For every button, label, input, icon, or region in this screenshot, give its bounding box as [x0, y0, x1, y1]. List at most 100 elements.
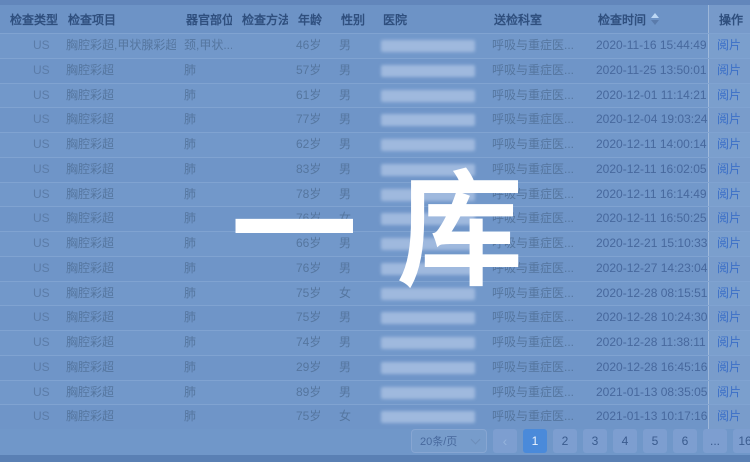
- column-header-label: 检查类型: [10, 11, 58, 28]
- cell-project: 胸腔彩超: [58, 331, 176, 355]
- cell-age: 62岁: [288, 133, 331, 157]
- cell-time: 2020-12-21 15:10:33: [588, 232, 708, 256]
- hospital-redacted-blur: [381, 362, 475, 374]
- sort-carets[interactable]: [651, 13, 659, 25]
- column-header-method: 检查方法: [232, 5, 288, 33]
- column-header-label: 操作: [719, 11, 743, 28]
- cell-organ: 肺: [176, 306, 232, 330]
- view-image-link[interactable]: 阅片: [717, 211, 741, 225]
- cell-type: US: [0, 108, 58, 132]
- page-button-2[interactable]: 2: [553, 429, 577, 453]
- view-image-link[interactable]: 阅片: [717, 310, 741, 324]
- cell-type: US: [0, 183, 58, 207]
- page-button-6[interactable]: 6: [673, 429, 697, 453]
- cell-project: 胸腔彩超: [58, 381, 176, 405]
- cell-time: 2020-12-28 11:38:11: [588, 331, 708, 355]
- cell-action: 阅片: [708, 356, 750, 380]
- cell-method: [232, 356, 288, 380]
- view-image-link[interactable]: 阅片: [717, 385, 741, 399]
- cell-type: US: [0, 331, 58, 355]
- column-header-label: 送检科室: [494, 11, 542, 28]
- page-button-4[interactable]: 4: [613, 429, 637, 453]
- cell-organ: 肺: [176, 331, 232, 355]
- cell-age: 89岁: [288, 381, 331, 405]
- more-pages-button[interactable]: ...: [703, 429, 727, 453]
- cell-type: US: [0, 232, 58, 256]
- exam-worklist-screen: 检查类型检查项目器官部位检查方法年龄性别医院送检科室检查时间操作 US胸腔彩超,…: [0, 0, 750, 462]
- table-row: US胸腔彩超肺77岁男呼吸与重症医...2020-12-04 19:03:24阅…: [0, 107, 750, 132]
- cell-gender: 男: [331, 356, 373, 380]
- view-image-link[interactable]: 阅片: [717, 261, 741, 275]
- cell-action: 阅片: [708, 331, 750, 355]
- cell-time: 2020-12-28 16:45:16: [588, 356, 708, 380]
- column-header-action: 操作: [708, 5, 750, 33]
- cell-project: 胸腔彩超,甲状腺彩超: [58, 34, 176, 58]
- cell-type: US: [0, 84, 58, 108]
- cell-gender: 男: [331, 306, 373, 330]
- cell-method: [232, 133, 288, 157]
- cell-hospital: [373, 356, 484, 380]
- column-header-label: 检查方法: [242, 11, 288, 28]
- cell-organ: 肺: [176, 158, 232, 182]
- column-header-label: 器官部位: [186, 11, 232, 28]
- cell-type: US: [0, 59, 58, 83]
- hospital-redacted-blur: [381, 65, 475, 77]
- view-image-link[interactable]: 阅片: [717, 335, 741, 349]
- view-image-link[interactable]: 阅片: [717, 38, 741, 52]
- cell-age: 75岁: [288, 405, 331, 429]
- cell-time: 2020-12-11 16:14:49: [588, 183, 708, 207]
- cell-time: 2021-01-13 10:17:16: [588, 405, 708, 429]
- column-header-gender: 性别: [331, 5, 373, 33]
- column-header-project: 检查项目: [58, 5, 176, 33]
- table-row: US胸腔彩超肺61岁男呼吸与重症医...2020-12-01 11:14:21阅…: [0, 83, 750, 108]
- cell-hospital: [373, 405, 484, 429]
- view-image-link[interactable]: 阅片: [717, 88, 741, 102]
- column-header-age: 年龄: [288, 5, 331, 33]
- prev-page-button[interactable]: ‹: [493, 429, 517, 453]
- page-button-3[interactable]: 3: [583, 429, 607, 453]
- page-button-1[interactable]: 1: [523, 429, 547, 453]
- view-image-link[interactable]: 阅片: [717, 137, 741, 151]
- cell-method: [232, 34, 288, 58]
- cell-age: 46岁: [288, 34, 331, 58]
- cell-dept: 呼吸与重症医...: [484, 405, 588, 429]
- view-image-link[interactable]: 阅片: [717, 63, 741, 77]
- cell-dept: 呼吸与重症医...: [484, 59, 588, 83]
- cell-action: 阅片: [708, 405, 750, 429]
- cell-type: US: [0, 405, 58, 429]
- cell-age: 61岁: [288, 84, 331, 108]
- page-size-label: 20条/页: [420, 433, 457, 449]
- caret-down-icon: [651, 20, 659, 25]
- cell-dept: 呼吸与重症医...: [484, 133, 588, 157]
- hospital-redacted-blur: [381, 312, 475, 324]
- view-image-link[interactable]: 阅片: [717, 112, 741, 126]
- cell-time: 2021-01-13 08:35:05: [588, 381, 708, 405]
- cell-gender: 男: [331, 331, 373, 355]
- page-button-16[interactable]: 16: [733, 429, 750, 453]
- column-header-time[interactable]: 检查时间: [588, 5, 708, 33]
- cell-action: 阅片: [708, 207, 750, 231]
- cell-organ: 肺: [176, 381, 232, 405]
- column-header-hospital: 医院: [373, 5, 484, 33]
- cell-time: 2020-12-01 11:14:21: [588, 84, 708, 108]
- view-image-link[interactable]: 阅片: [717, 187, 741, 201]
- cell-gender: 男: [331, 381, 373, 405]
- view-image-link[interactable]: 阅片: [717, 162, 741, 176]
- hospital-redacted-blur: [381, 40, 475, 52]
- cell-hospital: [373, 381, 484, 405]
- view-image-link[interactable]: 阅片: [717, 236, 741, 250]
- page-size-select[interactable]: 20条/页: [411, 429, 487, 453]
- page-button-5[interactable]: 5: [643, 429, 667, 453]
- view-image-link[interactable]: 阅片: [717, 286, 741, 300]
- cell-type: US: [0, 306, 58, 330]
- cell-age: 75岁: [288, 306, 331, 330]
- view-image-link[interactable]: 阅片: [717, 409, 741, 423]
- cell-time: 2020-11-16 15:44:49: [588, 34, 708, 58]
- table-header-row: 检查类型检查项目器官部位检查方法年龄性别医院送检科室 检查时间操作: [0, 5, 750, 33]
- cell-organ: 肺: [176, 84, 232, 108]
- view-image-link[interactable]: 阅片: [717, 360, 741, 374]
- cell-gender: 男: [331, 59, 373, 83]
- cell-type: US: [0, 34, 58, 58]
- table-row: US胸腔彩超肺29岁男呼吸与重症医...2020-12-28 16:45:16阅…: [0, 355, 750, 380]
- table-row: US胸腔彩超肺62岁男呼吸与重症医...2020-12-11 14:00:14阅…: [0, 132, 750, 157]
